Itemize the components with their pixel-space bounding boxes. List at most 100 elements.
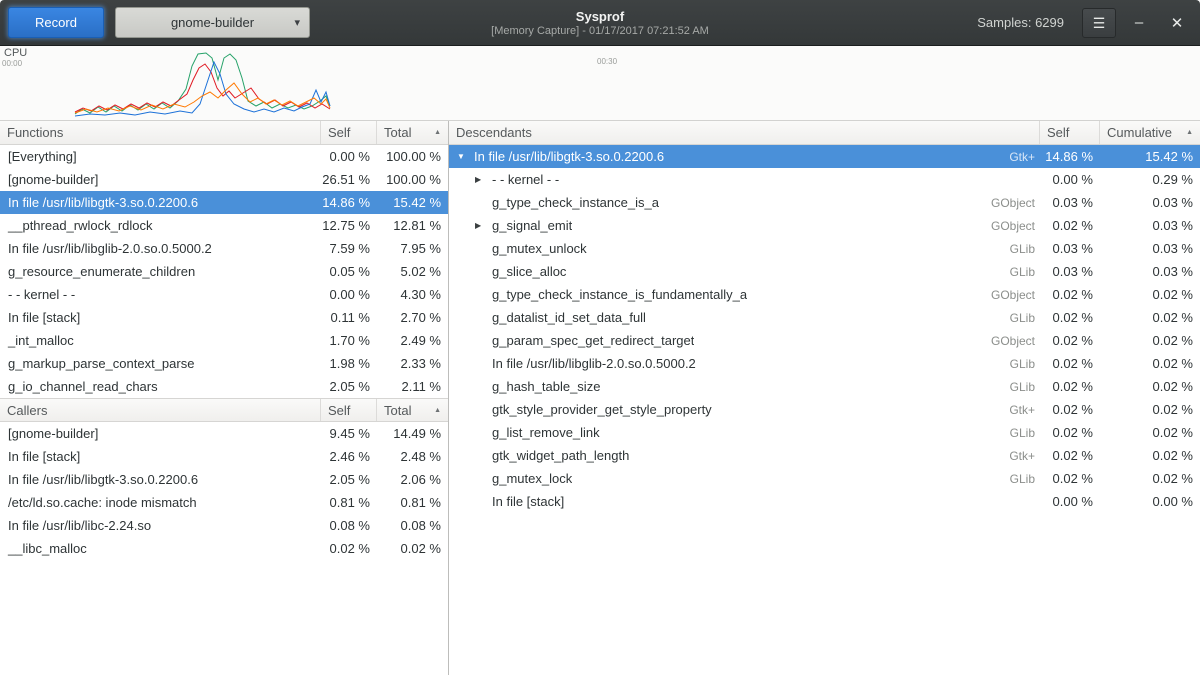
total-value: 12.81 % — [377, 218, 448, 233]
column-label: Total — [384, 125, 411, 140]
descendant-row[interactable]: g_mutex_unlockGLib0.03 %0.03 % — [449, 237, 1200, 260]
function-row[interactable]: __pthread_rwlock_rdlock12.75 %12.81 % — [0, 214, 448, 237]
self-value: 2.46 % — [321, 449, 377, 464]
self-value: 0.00 % — [321, 287, 377, 302]
total-value: 5.02 % — [377, 264, 448, 279]
function-row[interactable]: [gnome-builder]26.51 %100.00 % — [0, 168, 448, 191]
left-pane: Functions Self Total ▲ [Everything]0.00 … — [0, 121, 449, 675]
function-row[interactable]: In file [stack]0.11 %2.70 % — [0, 306, 448, 329]
descendant-row[interactable]: g_mutex_lockGLib0.02 %0.02 % — [449, 467, 1200, 490]
caller-row[interactable]: In file [stack]2.46 %2.48 % — [0, 445, 448, 468]
column-label: Total — [384, 403, 411, 418]
self-value: 0.03 % — [1040, 264, 1100, 279]
cpu-graph[interactable]: CPU 00:00 00:30 — [0, 46, 1200, 121]
sort-indicator-icon: ▲ — [430, 129, 441, 136]
symbol-name: In file [stack] — [0, 310, 321, 325]
descendant-row[interactable]: g_type_check_instance_is_fundamentally_a… — [449, 283, 1200, 306]
descendant-row[interactable]: g_slice_allocGLib0.03 %0.03 % — [449, 260, 1200, 283]
function-row[interactable]: In file /usr/lib/libgtk-3.so.0.2200.614.… — [0, 191, 448, 214]
column-label: Descendants — [456, 125, 532, 140]
functions-column-header[interactable]: Functions — [0, 121, 321, 144]
header-right-controls: Samples: 6299 ☰ – ✕ — [977, 8, 1192, 38]
total-value: 4.30 % — [377, 287, 448, 302]
symbol-name: In file [stack] — [0, 449, 321, 464]
self-value: 0.11 % — [321, 310, 377, 325]
self-value: 0.81 % — [321, 495, 377, 510]
cumulative-value: 0.03 % — [1100, 264, 1200, 279]
column-label: Cumulative — [1107, 125, 1172, 140]
cumulative-value: 0.02 % — [1100, 333, 1200, 348]
headerbar: Record gnome-builder ▾ Sysprof [Memory C… — [0, 0, 1200, 46]
total-column-header[interactable]: Total ▲ — [377, 399, 448, 421]
minimize-button[interactable]: – — [1124, 8, 1154, 38]
right-pane: Descendants Self Cumulative ▲ ▼In file /… — [449, 121, 1200, 675]
self-value: 0.02 % — [321, 541, 377, 556]
descendant-row[interactable]: gtk_style_provider_get_style_propertyGtk… — [449, 398, 1200, 421]
function-row[interactable]: _int_malloc1.70 %2.49 % — [0, 329, 448, 352]
library-badge: GLib — [1000, 380, 1040, 394]
cumulative-value: 0.02 % — [1100, 356, 1200, 371]
total-value: 2.49 % — [377, 333, 448, 348]
name-cell: g_list_remove_linkGLib — [449, 425, 1040, 440]
function-row[interactable]: g_resource_enumerate_children0.05 %5.02 … — [0, 260, 448, 283]
expander-icon[interactable]: ▶ — [475, 221, 492, 230]
target-selector-dropdown[interactable]: gnome-builder ▾ — [115, 7, 310, 38]
cumulative-value: 0.02 % — [1100, 379, 1200, 394]
function-row[interactable]: In file /usr/lib/libglib-2.0.so.0.5000.2… — [0, 237, 448, 260]
close-icon: ✕ — [1171, 15, 1184, 32]
self-column-header[interactable]: Self — [321, 399, 377, 421]
self-column-header[interactable]: Self — [321, 121, 377, 144]
cumulative-value: 0.02 % — [1100, 425, 1200, 440]
self-value: 0.02 % — [1040, 402, 1100, 417]
descendant-row[interactable]: g_hash_table_sizeGLib0.02 %0.02 % — [449, 375, 1200, 398]
symbol-name: [gnome-builder] — [0, 426, 321, 441]
self-value: 0.00 % — [1040, 494, 1100, 509]
symbol-name: gtk_widget_path_length — [492, 448, 629, 463]
descendant-row[interactable]: g_param_spec_get_redirect_targetGObject0… — [449, 329, 1200, 352]
caller-row[interactable]: __libc_malloc0.02 %0.02 % — [0, 537, 448, 560]
descendant-row[interactable]: In file [stack]0.00 %0.00 % — [449, 490, 1200, 513]
descendant-row[interactable]: ▶g_signal_emitGObject0.02 %0.03 % — [449, 214, 1200, 237]
descendant-row[interactable]: gtk_widget_path_lengthGtk+0.02 %0.02 % — [449, 444, 1200, 467]
name-cell: gtk_widget_path_lengthGtk+ — [449, 448, 1040, 463]
descendant-row[interactable]: g_type_check_instance_is_aGObject0.03 %0… — [449, 191, 1200, 214]
total-value: 14.49 % — [377, 426, 448, 441]
descendant-row[interactable]: ▼In file /usr/lib/libgtk-3.so.0.2200.6Gt… — [449, 145, 1200, 168]
library-badge: GObject — [981, 334, 1040, 348]
descendants-column-header[interactable]: Descendants — [449, 121, 1040, 144]
function-row[interactable]: - - kernel - -0.00 %4.30 % — [0, 283, 448, 306]
cpu-green-line — [75, 53, 330, 114]
column-label: Functions — [7, 125, 63, 140]
total-value: 0.08 % — [377, 518, 448, 533]
name-cell: gtk_style_provider_get_style_propertyGtk… — [449, 402, 1040, 417]
total-column-header[interactable]: Total ▲ — [377, 121, 448, 144]
self-column-header[interactable]: Self — [1040, 121, 1100, 144]
caller-row[interactable]: In file /usr/lib/libc-2.24.so0.08 %0.08 … — [0, 514, 448, 537]
record-button[interactable]: Record — [8, 7, 104, 38]
name-cell: ▼In file /usr/lib/libgtk-3.so.0.2200.6Gt… — [449, 149, 1040, 164]
descendant-row[interactable]: g_list_remove_linkGLib0.02 %0.02 % — [449, 421, 1200, 444]
symbol-name: __pthread_rwlock_rdlock — [0, 218, 321, 233]
expander-icon[interactable]: ▼ — [457, 152, 474, 161]
hamburger-icon: ☰ — [1093, 15, 1106, 31]
symbol-name: g_datalist_id_set_data_full — [492, 310, 646, 325]
close-button[interactable]: ✕ — [1162, 8, 1192, 38]
descendant-row[interactable]: ▶- - kernel - -0.00 %0.29 % — [449, 168, 1200, 191]
caller-row[interactable]: [gnome-builder]9.45 %14.49 % — [0, 422, 448, 445]
descendant-row[interactable]: g_datalist_id_set_data_fullGLib0.02 %0.0… — [449, 306, 1200, 329]
callers-column-header[interactable]: Callers — [0, 399, 321, 421]
total-value: 2.11 % — [377, 379, 448, 394]
name-cell: g_slice_allocGLib — [449, 264, 1040, 279]
symbol-name: /etc/ld.so.cache: inode mismatch — [0, 495, 321, 510]
descendant-row[interactable]: In file /usr/lib/libglib-2.0.so.0.5000.2… — [449, 352, 1200, 375]
function-row[interactable]: g_markup_parse_context_parse1.98 %2.33 % — [0, 352, 448, 375]
cumulative-column-header[interactable]: Cumulative ▲ — [1100, 121, 1200, 144]
menu-button[interactable]: ☰ — [1082, 8, 1116, 38]
function-row[interactable]: [Everything]0.00 %100.00 % — [0, 145, 448, 168]
symbol-name: g_resource_enumerate_children — [0, 264, 321, 279]
caller-row[interactable]: /etc/ld.so.cache: inode mismatch0.81 %0.… — [0, 491, 448, 514]
expander-icon[interactable]: ▶ — [475, 175, 492, 184]
self-value: 14.86 % — [1040, 149, 1100, 164]
caller-row[interactable]: In file /usr/lib/libgtk-3.so.0.2200.62.0… — [0, 468, 448, 491]
function-row[interactable]: g_io_channel_read_chars2.05 %2.11 % — [0, 375, 448, 398]
